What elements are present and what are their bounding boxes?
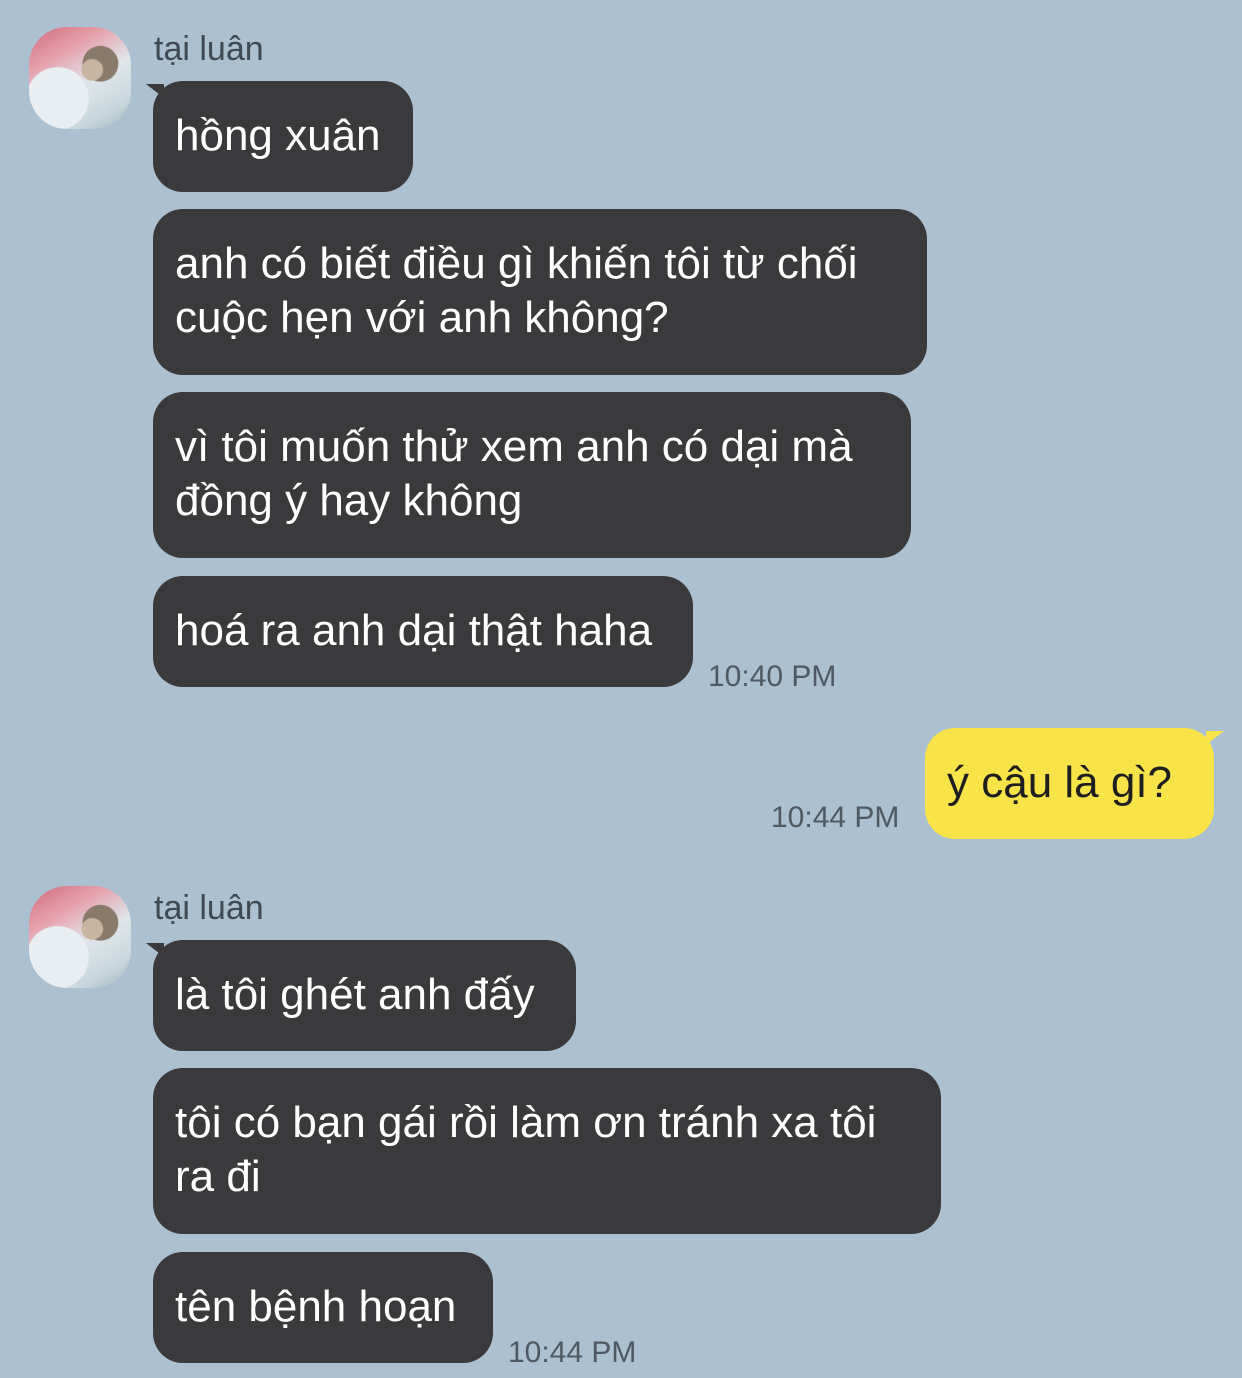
incoming-message[interactable]: tên bệnh hoạn	[153, 1252, 493, 1363]
incoming-message[interactable]: vì tôi muốn thử xem anh có dại mà đồng ý …	[153, 392, 911, 558]
incoming-message[interactable]: hoá ra anh dại thật haha	[153, 576, 693, 687]
bubble-tail	[1206, 731, 1224, 745]
incoming-message[interactable]: anh có biết điều gì khiến tôi từ chối cuộ…	[153, 209, 927, 375]
message-timestamp: 10:44 PM	[508, 1336, 637, 1369]
contact-avatar[interactable]	[29, 886, 131, 988]
message-timestamp: 10:44 PM	[771, 801, 900, 834]
message-timestamp: 10:40 PM	[708, 660, 837, 693]
sender-name: tại luân	[154, 889, 264, 927]
incoming-message[interactable]: là tôi ghét anh đấy	[153, 940, 576, 1051]
incoming-message[interactable]: hồng xuân	[153, 81, 413, 192]
incoming-message[interactable]: tôi có bạn gái rồi làm ơn tránh xa tôi ra…	[153, 1068, 941, 1234]
contact-avatar[interactable]	[29, 27, 131, 129]
sender-name: tại luân	[154, 30, 264, 68]
outgoing-message[interactable]: ý cậu là gì?	[925, 728, 1214, 839]
